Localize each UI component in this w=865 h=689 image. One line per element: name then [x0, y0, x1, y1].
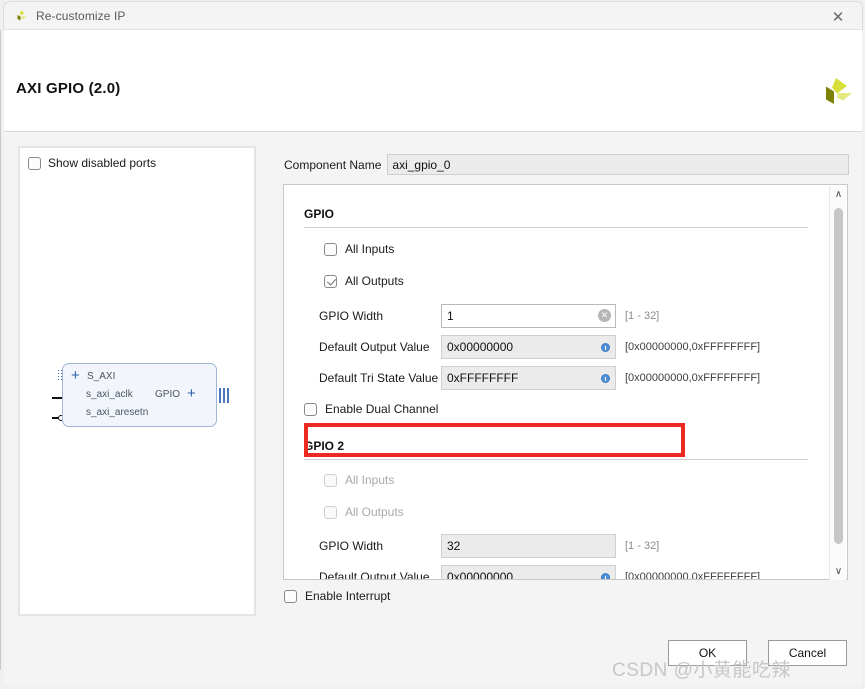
gpio-all-outputs-label: All Outputs [345, 274, 404, 288]
info-circle-icon[interactable] [601, 343, 610, 352]
gpio2-width-row: GPIO Width [1 - 32] [319, 534, 659, 558]
enable-interrupt-checkbox[interactable]: Enable Interrupt [284, 589, 390, 603]
gpio-width-row: GPIO Width ✕ [1 - 32] [319, 304, 659, 328]
gpio2-default-output-label: Default Output Value [319, 570, 430, 579]
gpio-default-output-hint: [0x00000000,0xFFFFFFFF] [625, 341, 761, 353]
enable-dual-channel-box[interactable] [304, 402, 317, 416]
gpio2-width-hint: [1 - 32] [625, 540, 660, 552]
configuration-panel: GPIO All Inputs All Outputs GPIO Width ✕ [283, 184, 848, 580]
gpio2-default-output-input[interactable] [441, 565, 616, 579]
gpio2-all-inputs-label: All Inputs [345, 473, 395, 487]
gpio2-width-label: GPIO Width [319, 539, 384, 553]
gpio2-all-outputs-label: All Outputs [345, 505, 404, 519]
section-rule-gpio [304, 227, 808, 228]
info-circle-icon[interactable] [601, 374, 610, 383]
re-customize-ip-window: Re-customize IP ✕ AXI GPIO (2.0) i Docum… [0, 0, 865, 689]
component-name-input[interactable] [387, 154, 850, 175]
gpio2-width-input[interactable] [441, 534, 616, 558]
show-disabled-ports-box[interactable] [28, 156, 41, 170]
component-name-row: Component Name [284, 154, 850, 175]
gpio2-all-outputs-checkbox[interactable]: All Outputs [324, 505, 404, 519]
gpio-width-input[interactable] [441, 304, 616, 328]
ip-block-symbol: + S_AXI s_axi_aclk s_axi_aresetn GPIO + [62, 363, 217, 427]
gpio2-all-inputs-box[interactable] [324, 473, 337, 487]
info-circle-icon[interactable] [601, 573, 610, 579]
window-title: Re-customize IP [36, 8, 126, 23]
page-title: AXI GPIO (2.0) [16, 80, 121, 97]
s-axi-aresetn-pin-line [52, 417, 59, 419]
gpio-default-tristate-hint: [0x00000000,0xFFFFFFFF] [625, 372, 761, 384]
gpio2-default-output-row: Default Output Value [0x00000000,0xFFFFF… [319, 565, 760, 579]
gpio-all-inputs-checkbox[interactable]: All Inputs [324, 242, 394, 256]
window-left-edge [0, 30, 1, 670]
section-header-gpio2: GPIO 2 [304, 439, 345, 453]
enable-dual-channel-checkbox[interactable]: Enable Dual Channel [304, 402, 438, 416]
gpio-default-tristate-row: Default Tri State Value [0x00000000,0xFF… [319, 366, 760, 390]
gpio-width-label: GPIO Width [319, 309, 384, 323]
gpio-width-input-wrap: ✕ [441, 304, 616, 328]
scrollbar-thumb[interactable] [834, 208, 843, 544]
gpio2-all-outputs-box[interactable] [324, 505, 337, 519]
gpio-all-outputs-checkbox[interactable]: All Outputs [324, 274, 404, 288]
gpio-default-tristate-input[interactable] [441, 366, 616, 390]
enable-interrupt-box[interactable] [284, 589, 297, 603]
dialog-body: Show disabled ports + S_AXI s_axi_aclk s… [4, 132, 862, 685]
gpio2-width-input-wrap [441, 534, 616, 558]
config-scrollbar[interactable]: ∧ ∨ [829, 186, 846, 580]
gpio-default-output-input-wrap [441, 335, 616, 359]
section-rule-gpio2 [304, 459, 808, 460]
gpio-expand-icon[interactable]: + [187, 386, 196, 401]
port-label-s-axi-aresetn: s_axi_aresetn [86, 407, 149, 418]
configuration-scroll-content: GPIO All Inputs All Outputs GPIO Width ✕ [284, 185, 829, 579]
gpio-bus-connector-icon [219, 388, 229, 403]
gpio-default-tristate-label: Default Tri State Value [319, 371, 439, 385]
gpio2-all-inputs-checkbox[interactable]: All Inputs [324, 473, 394, 487]
amd-xilinx-logo-icon [816, 74, 856, 114]
port-label-s-axi-aclk: s_axi_aclk [86, 389, 133, 400]
show-disabled-ports-checkbox[interactable]: Show disabled ports [28, 156, 156, 170]
scroll-up-icon[interactable]: ∧ [830, 186, 847, 203]
gpio-default-output-row: Default Output Value [0x00000000,0xFFFFF… [319, 335, 760, 359]
cancel-button[interactable]: Cancel [768, 640, 847, 666]
gpio-default-tristate-input-wrap [441, 366, 616, 390]
gpio2-default-output-hint: [0x00000000,0xFFFFFFFF] [625, 571, 761, 579]
header-band: AXI GPIO (2.0) i Documentation IP Locati… [4, 30, 862, 147]
gpio-all-outputs-box[interactable] [324, 274, 337, 288]
clear-circle-icon[interactable]: ✕ [598, 309, 611, 322]
gpio-all-inputs-label: All Inputs [345, 242, 395, 256]
enable-dual-channel-label: Enable Dual Channel [325, 402, 439, 416]
ok-button[interactable]: OK [668, 640, 747, 666]
port-label-gpio: GPIO [155, 389, 181, 400]
title-bar: Re-customize IP ✕ [3, 1, 863, 30]
component-name-label: Component Name [284, 157, 382, 172]
ip-symbol-preview-panel: Show disabled ports + S_AXI s_axi_aclk s… [18, 146, 256, 616]
gpio2-default-output-input-wrap [441, 565, 616, 579]
enable-interrupt-label: Enable Interrupt [305, 589, 391, 603]
gpio-default-output-label: Default Output Value [319, 340, 430, 354]
show-disabled-ports-label: Show disabled ports [48, 156, 157, 170]
gpio-all-inputs-box[interactable] [324, 242, 337, 256]
scroll-down-icon[interactable]: ∨ [830, 563, 847, 580]
xilinx-logo-icon [13, 8, 29, 24]
section-header-gpio: GPIO [304, 207, 335, 221]
gpio-width-hint: [1 - 32] [625, 310, 660, 322]
close-icon[interactable]: ✕ [816, 3, 860, 30]
s-axi-expand-icon[interactable]: + [71, 368, 80, 383]
gpio-default-output-input[interactable] [441, 335, 616, 359]
port-label-s-axi: S_AXI [87, 371, 116, 382]
